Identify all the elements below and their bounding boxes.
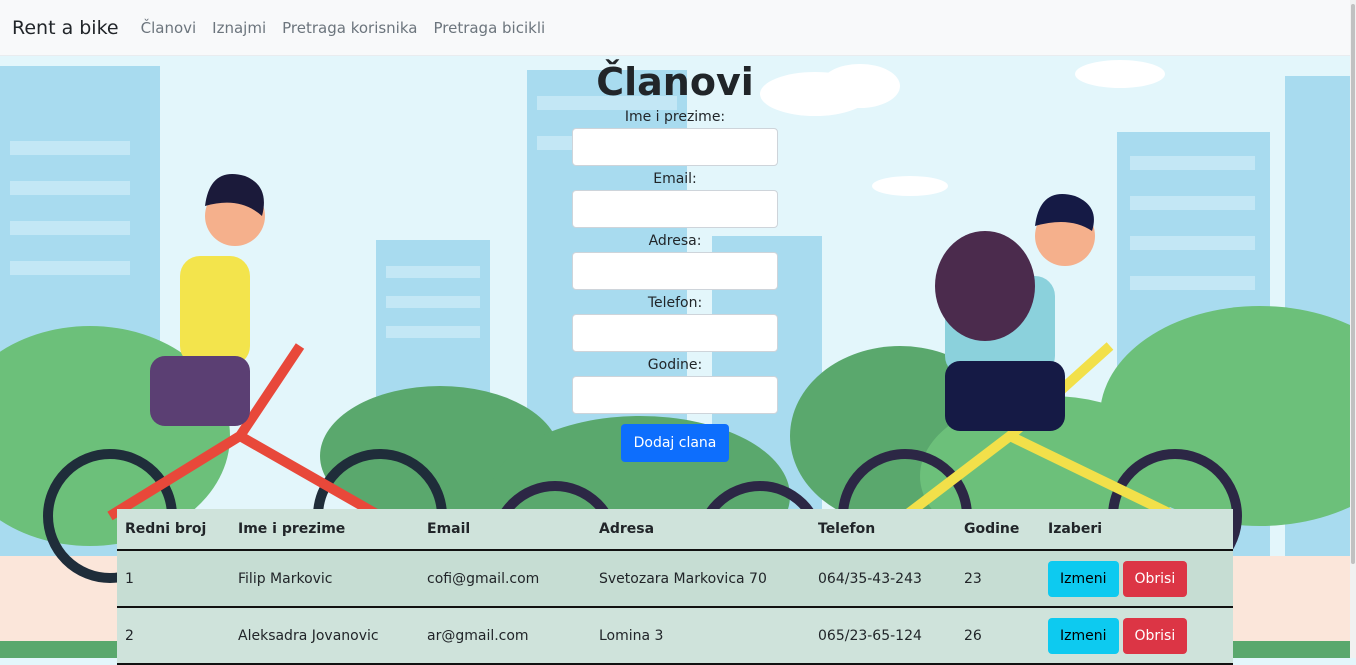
cell-redni-broj: 2 bbox=[117, 607, 230, 665]
navbar-brand[interactable]: Rent a bike bbox=[12, 17, 119, 39]
cell-ime-prezime: Filip Markovic bbox=[230, 550, 419, 608]
col-header-godine: Godine bbox=[956, 509, 1040, 551]
col-header-ime-prezime: Ime i prezime bbox=[230, 509, 419, 551]
address-label: Adresa: bbox=[648, 233, 702, 249]
cell-ime-prezime: Aleksadra Jovanovic bbox=[230, 607, 419, 665]
cell-izaberi: Izmeni Obrisi bbox=[1040, 607, 1233, 665]
nav-link-iznajmi[interactable]: Iznajmi bbox=[212, 19, 266, 37]
page-title: Članovi bbox=[596, 60, 754, 104]
cell-telefon: 064/35-43-243 bbox=[810, 550, 956, 608]
nav-link-pretraga-bicikli[interactable]: Pretraga bicikli bbox=[433, 19, 545, 37]
name-label: Ime i prezime: bbox=[624, 109, 726, 125]
address-input[interactable] bbox=[572, 252, 778, 290]
cell-email: cofi@gmail.com bbox=[419, 550, 591, 608]
table-header-row: Redni broj Ime i prezime Email Adresa Te… bbox=[117, 509, 1233, 551]
cell-godine: 26 bbox=[956, 607, 1040, 665]
delete-button[interactable]: Obrisi bbox=[1122, 560, 1188, 597]
cell-adresa: Svetozara Markovica 70 bbox=[591, 550, 810, 608]
table-row: 2 Aleksadra Jovanovic ar@gmail.com Lomin… bbox=[117, 607, 1233, 665]
age-label: Godine: bbox=[647, 357, 703, 373]
edit-button[interactable]: Izmeni bbox=[1048, 617, 1119, 654]
cell-telefon: 065/23-65-124 bbox=[810, 607, 956, 665]
scrollbar-thumb[interactable] bbox=[1351, 4, 1355, 564]
nav-link-clanovi[interactable]: Članovi bbox=[141, 19, 197, 37]
col-header-adresa: Adresa bbox=[591, 509, 810, 551]
col-header-izaberi: Izaberi bbox=[1040, 509, 1233, 551]
page-scrollbar[interactable] bbox=[1350, 0, 1356, 658]
add-member-button[interactable]: Dodaj clana bbox=[620, 424, 730, 462]
col-header-redni-broj: Redni broj bbox=[117, 509, 230, 551]
email-input[interactable] bbox=[572, 190, 778, 228]
table-row: 1 Filip Markovic cofi@gmail.com Svetozar… bbox=[117, 550, 1233, 608]
phone-input[interactable] bbox=[572, 314, 778, 352]
col-header-email: Email bbox=[419, 509, 591, 551]
members-table: Redni broj Ime i prezime Email Adresa Te… bbox=[117, 509, 1233, 665]
name-input[interactable] bbox=[572, 128, 778, 166]
edit-button[interactable]: Izmeni bbox=[1048, 560, 1119, 597]
email-label: Email: bbox=[653, 171, 697, 187]
age-input[interactable] bbox=[572, 376, 778, 414]
delete-button[interactable]: Obrisi bbox=[1122, 617, 1188, 654]
cell-redni-broj: 1 bbox=[117, 550, 230, 608]
nav-link-pretraga-korisnika[interactable]: Pretraga korisnika bbox=[282, 19, 417, 37]
phone-label: Telefon: bbox=[647, 295, 703, 311]
cell-email: ar@gmail.com bbox=[419, 607, 591, 665]
member-form: Članovi Ime i prezime: Email: Adresa: Te… bbox=[0, 56, 1350, 462]
cell-godine: 23 bbox=[956, 550, 1040, 608]
col-header-telefon: Telefon bbox=[810, 509, 956, 551]
navbar: Rent a bike Članovi Iznajmi Pretraga kor… bbox=[0, 0, 1350, 56]
cell-izaberi: Izmeni Obrisi bbox=[1040, 550, 1233, 608]
cell-adresa: Lomina 3 bbox=[591, 607, 810, 665]
